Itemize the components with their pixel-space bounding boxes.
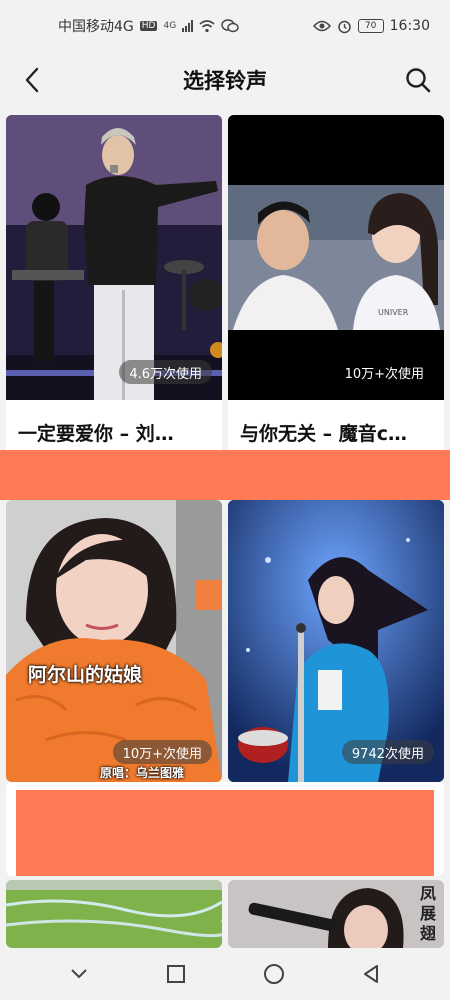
- system-nav-bar: [0, 948, 450, 1000]
- back-arrow-icon: [25, 67, 39, 93]
- usage-count-badge: 10万+次使用: [112, 740, 212, 764]
- ringtone-card[interactable]: 4.6万次使用 一定要爱你 – 刘…: [6, 115, 222, 455]
- nav-back-button[interactable]: [351, 954, 391, 994]
- network-type: 4G: [163, 21, 177, 31]
- status-bar: 中国移动4G HD 4G 70 16:30: [0, 0, 450, 52]
- header: 选择铃声: [0, 52, 450, 108]
- ad-banner[interactable]: [16, 790, 434, 876]
- original-singer-caption: 原唱：乌兰图雅: [100, 766, 185, 780]
- back-button[interactable]: [14, 62, 50, 98]
- battery-icon: 70: [357, 19, 384, 33]
- wifi-icon: [199, 20, 215, 33]
- ringtone-title: 一定要爱你 – 刘…: [18, 423, 174, 445]
- status-left: 中国移动4G HD 4G: [58, 16, 239, 36]
- clock: 16:30: [389, 18, 430, 34]
- ringtone-thumbnail: [6, 115, 222, 400]
- signal-icon: [182, 20, 194, 32]
- calligraphy-caption: 凤展翅: [420, 884, 437, 943]
- usage-count-badge: 9742次使用: [341, 740, 434, 764]
- ringtone-card[interactable]: 阿尔山的姑娘 10万+次使用 原唱：乌兰图雅: [6, 500, 222, 782]
- alarm-icon: [337, 20, 351, 33]
- carrier-label: 中国移动4G: [58, 19, 134, 35]
- ringtone-thumbnail: UNIVER: [228, 115, 444, 400]
- eye-icon: [312, 20, 331, 32]
- svg-text:UNIVER: UNIVER: [378, 308, 409, 317]
- nav-recents-button[interactable]: [156, 954, 196, 994]
- back-triangle-icon: [364, 965, 379, 983]
- ringtone-title: 与你无关 – 魔音c…: [240, 423, 407, 445]
- usage-count-badge: 10万+次使用: [344, 366, 424, 382]
- search-button[interactable]: [400, 62, 436, 98]
- grassland-image: [6, 880, 222, 948]
- ringtone-card[interactable]: 9742次使用: [228, 500, 444, 782]
- wechat-icon: [221, 19, 239, 33]
- ringtone-card[interactable]: [6, 880, 222, 948]
- performer-image: [6, 115, 222, 400]
- recent-apps-icon: [167, 965, 186, 983]
- song-name-caption: 阿尔山的姑娘: [28, 664, 143, 686]
- ringtone-card[interactable]: UNIVER 10万+次使用 与你无关 – 魔音c…: [228, 115, 444, 455]
- hd-badge: HD: [139, 21, 158, 31]
- home-icon: [263, 964, 284, 984]
- nav-collapse-button[interactable]: [59, 954, 99, 994]
- usage-count-badge: 4.6万次使用: [119, 360, 212, 384]
- search-icon: [406, 68, 431, 93]
- ringtone-thumbnail: [228, 880, 444, 948]
- ringtone-thumbnail: [6, 880, 222, 948]
- nav-home-button[interactable]: [254, 954, 294, 994]
- page-title: 选择铃声: [183, 69, 267, 93]
- couple-image: UNIVER: [228, 115, 444, 400]
- ringtone-card[interactable]: 凤展翅: [228, 880, 444, 948]
- chevron-down-icon: [71, 969, 87, 979]
- status-right: 70 16:30: [312, 18, 430, 34]
- ad-banner[interactable]: [0, 450, 450, 500]
- singer-closeup-image: [228, 880, 444, 948]
- ad-card[interactable]: [6, 782, 444, 876]
